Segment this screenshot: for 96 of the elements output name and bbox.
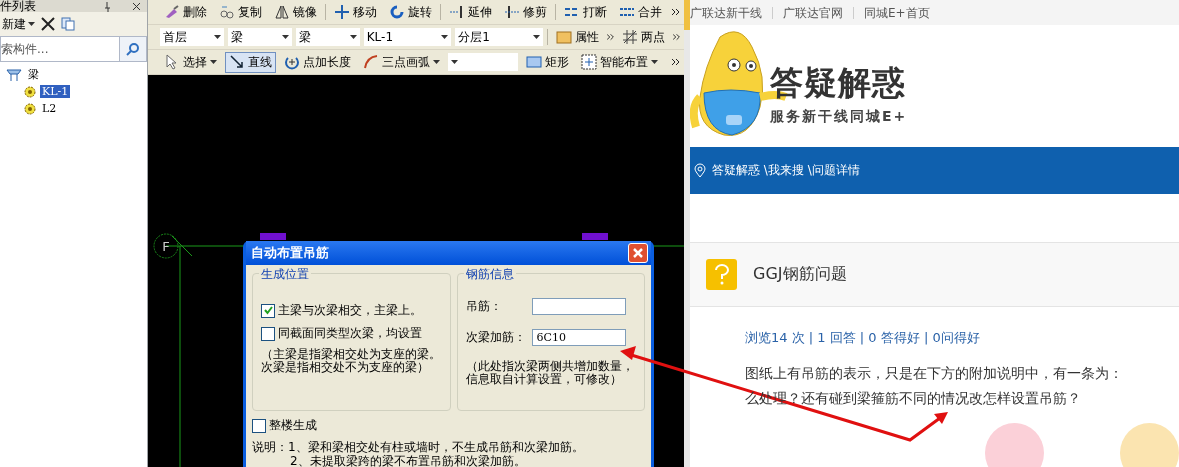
new-button[interactable]: 新建 <box>2 15 35 33</box>
axis-circle <box>153 233 179 259</box>
question-title: GGJ钢筋问题 <box>753 264 847 285</box>
close-button[interactable] <box>628 243 648 263</box>
grid-icon <box>621 29 638 45</box>
toolbar-button[interactable]: 两点 <box>617 26 669 48</box>
tool-icon <box>274 4 290 20</box>
tool-icon <box>219 4 235 20</box>
group-title: 钢筋信息 <box>464 266 517 283</box>
tool-icon <box>504 4 520 20</box>
tree-item[interactable]: L2 <box>40 102 59 115</box>
checkbox-label[interactable]: 同截面同类型次梁，均设置 <box>278 325 422 342</box>
toolbar-button[interactable]: 镜像 <box>270 1 321 23</box>
input-field[interactable]: 6C10 <box>532 329 627 346</box>
toolbar-button[interactable]: 修剪 <box>500 1 551 23</box>
checkbox[interactable] <box>261 326 275 341</box>
question-icon <box>706 259 737 290</box>
toolbar-button[interactable]: 删除 <box>160 1 211 23</box>
drawing-canvas[interactable]: F 自动布置吊筋 生成位置 主梁与次梁相交，主梁上。 同截面同类型次梁，均设置 （主梁是指梁相交处为支座的梁。次梁是指相交处不为支座的梁） 钢筋信息 吊筋： 次梁加筋： 6C10 （此处指次梁两侧共增加数量，信息取自计算设置，可修改） 整楼生成 说明：1、梁和梁相交处有柱或墙时，不生成吊筋和次梁加筋。 2、未提取梁跨的梁不布置吊筋和次梁加筋。 <box>148 75 684 467</box>
toolbar-button[interactable]: 合并 <box>615 1 666 23</box>
checkbox[interactable] <box>261 303 275 318</box>
pin-and-close-icon[interactable] <box>103 2 143 12</box>
dialog-title: 自动布置吊筋 <box>251 244 329 262</box>
logo-subtitle: 服务新干线同城E+ <box>770 107 908 126</box>
tool-icon <box>284 54 300 70</box>
tree-item[interactable]: 梁 <box>26 67 41 82</box>
caret-icon <box>651 60 658 64</box>
caret-icon <box>281 35 289 39</box>
tool-icon <box>449 4 465 20</box>
beam-icon <box>6 67 22 82</box>
toolbar-button[interactable]: 点加长度 <box>280 51 355 73</box>
toolbar-button[interactable]: 复制 <box>215 1 266 23</box>
breadcrumb[interactable]: 答疑解惑 \我来搜 \问题详情 <box>712 162 860 179</box>
checkbox[interactable] <box>252 418 266 433</box>
tree-item[interactable]: KL-1 <box>40 85 71 98</box>
caret-icon <box>210 60 217 64</box>
dropdown[interactable]: 分层1 <box>455 28 543 46</box>
gear-icon <box>24 85 36 98</box>
panel-title: 件列表 <box>0 0 36 12</box>
tool-icon <box>526 54 542 70</box>
close-icon <box>632 247 644 259</box>
gear-icon <box>24 102 36 115</box>
field-label: 吊筋： <box>466 298 504 315</box>
group-title: 生成位置 <box>259 266 311 283</box>
caret-icon <box>441 35 449 39</box>
beam-mark <box>260 233 286 240</box>
question-stats: 浏览14 次 | 1 回答 | 0 答得好 | 0问得好 <box>745 329 981 347</box>
toolbar-button[interactable]: 智能布置 <box>577 51 662 73</box>
note-text: 说明：1、梁和梁相交处有柱或墙时，不生成吊筋和次梁加筋。 <box>252 440 585 454</box>
toolbar-button[interactable]: 属性 <box>551 26 603 48</box>
nav-link[interactable]: 广联达新干线 <box>690 6 772 19</box>
dropdown[interactable]: KL-1 <box>363 28 452 46</box>
tool-icon <box>334 4 350 20</box>
toolbar-button[interactable]: 移动 <box>330 1 381 23</box>
toolbar-button[interactable]: 旋转 <box>385 1 436 23</box>
note-text: （主梁是指梁相交处为支座的梁。次梁是指相交处不为支座的梁） <box>261 348 442 374</box>
input-field[interactable] <box>532 298 627 315</box>
checkbox-label[interactable]: 整楼生成 <box>269 417 317 434</box>
toolbar-button[interactable]: 直线 <box>225 51 276 73</box>
note-text: （此处指次梁两侧共增加数量，信息取自计算设置，可修改） <box>466 360 636 386</box>
dropdown[interactable]: 梁 <box>227 28 292 46</box>
folder-icon <box>555 29 572 45</box>
caret-icon <box>349 35 357 39</box>
caret-icon <box>451 60 458 64</box>
toolbar-button[interactable]: 延伸 <box>445 1 496 23</box>
question-text: 图纸上有吊筋的表示，只是在下方的附加说明中，有一条为： <box>745 364 1124 383</box>
nav-link[interactable]: 同城E+首页 <box>853 6 940 19</box>
tool-icon <box>389 4 405 20</box>
location-pin-icon <box>694 163 706 178</box>
beam-mark <box>582 233 608 240</box>
toolbar-button[interactable]: 矩形 <box>522 51 573 73</box>
search-field[interactable]: 索构件... <box>0 36 119 62</box>
dropdown[interactable]: 首层 <box>160 28 224 46</box>
chevron-icon[interactable] <box>672 7 680 16</box>
tool-icon <box>164 4 180 20</box>
toolbar-button[interactable]: 打断 <box>560 1 611 23</box>
field-label: 次梁加筋： <box>466 329 528 346</box>
checkbox-label[interactable]: 主梁与次梁相交，主梁上。 <box>278 302 422 319</box>
caret-icon <box>433 60 440 64</box>
search-icon[interactable] <box>126 42 140 56</box>
tool-icon <box>229 54 245 70</box>
tool-icon <box>363 54 379 70</box>
chevron-icon[interactable] <box>672 57 680 66</box>
toolbar-button[interactable]: 三点画弧 <box>359 51 444 73</box>
caret-icon <box>213 35 221 39</box>
note-text: 2、未提取梁跨的梁不布置吊筋和次梁加筋。 <box>289 454 527 467</box>
dropdown[interactable]: 梁 <box>295 28 360 46</box>
toolbar-button[interactable]: 选择 <box>160 51 221 73</box>
delete-icon[interactable] <box>41 17 55 31</box>
axis-label: F <box>161 239 171 253</box>
copy-icon[interactable] <box>61 17 75 31</box>
caret-icon <box>532 35 540 39</box>
caret-icon <box>28 22 35 26</box>
nav-link[interactable]: 广联达官网 <box>772 6 853 19</box>
logo-title: 答疑解惑 <box>770 61 907 104</box>
tool-icon <box>581 54 597 70</box>
